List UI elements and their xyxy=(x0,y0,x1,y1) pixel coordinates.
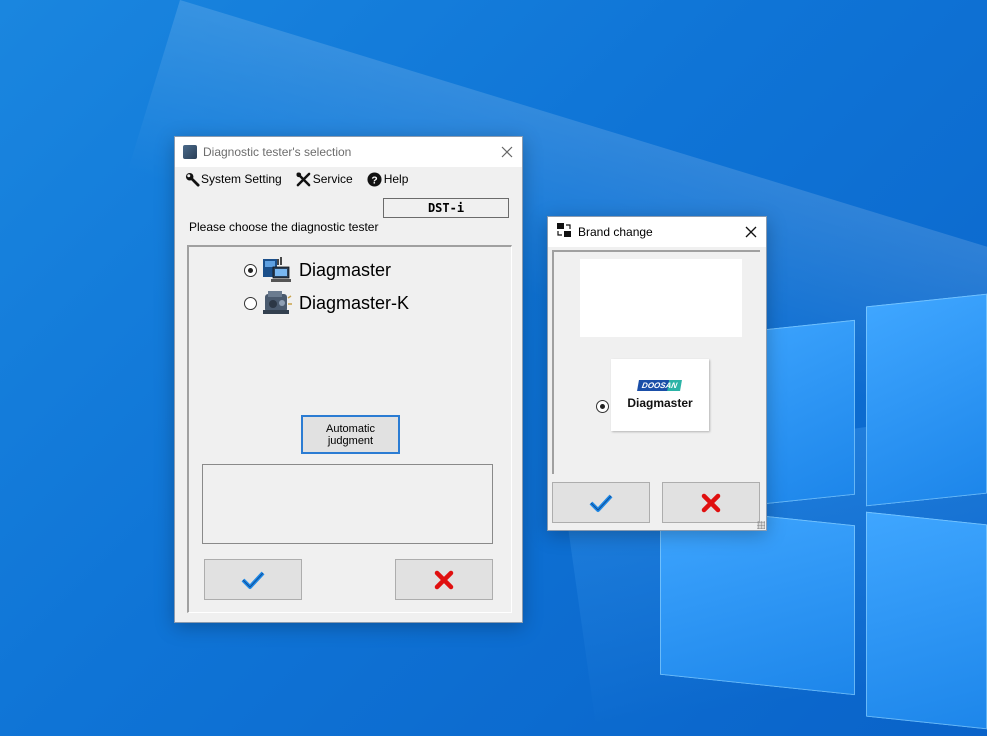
close-button[interactable] xyxy=(736,217,766,247)
option-diagmaster-k[interactable]: Diagmaster-K xyxy=(244,288,409,318)
ok-button[interactable] xyxy=(552,482,650,523)
title-bar[interactable]: Diagnostic tester's selection xyxy=(175,137,522,167)
option-diagmaster[interactable]: Diagmaster xyxy=(244,255,391,285)
doosan-logo: DOOSAN xyxy=(637,380,683,391)
close-icon xyxy=(501,146,513,158)
windows-logo-pane xyxy=(866,511,987,730)
option-label: Diagmaster xyxy=(299,259,392,280)
menu-bar: System Setting Service ? Help xyxy=(175,167,522,191)
brand-options-group: DOOSAN Diagmaster xyxy=(552,250,760,474)
windows-logo-pane xyxy=(660,504,855,696)
close-button[interactable] xyxy=(492,137,522,167)
window-title: Brand change xyxy=(578,225,653,239)
check-icon xyxy=(241,571,265,589)
cancel-button[interactable] xyxy=(662,482,760,523)
automatic-judgment-button[interactable]: Automatic judgment xyxy=(301,415,400,454)
tester-selection-window: Diagnostic tester's selection System Set… xyxy=(174,136,523,623)
title-bar[interactable]: Brand change xyxy=(548,217,766,247)
tools-icon xyxy=(296,171,312,187)
diagmaster-brand-logo[interactable]: DOOSAN Diagmaster xyxy=(611,359,709,431)
brand-preview-area xyxy=(580,259,742,337)
svg-text:?: ? xyxy=(372,175,378,186)
radio-button[interactable] xyxy=(244,296,257,310)
check-icon xyxy=(589,494,613,512)
choose-tester-prompt: Please choose the diagnostic tester xyxy=(189,220,379,234)
menu-service[interactable]: Service xyxy=(296,171,353,187)
tester-options-group: Diagmaster Diagmaster-K Automatic judgme… xyxy=(187,245,512,613)
window-title: Diagnostic tester's selection xyxy=(203,145,352,159)
app-icon xyxy=(183,145,197,159)
x-icon xyxy=(701,493,721,512)
brand-change-window: Brand change DOOSAN Diagmaster xyxy=(547,216,767,531)
close-icon xyxy=(745,226,757,238)
ok-button[interactable] xyxy=(204,559,302,600)
menu-label: Service xyxy=(312,172,353,186)
logo-product-name: Diagmaster xyxy=(627,396,693,410)
menu-label: System Setting xyxy=(201,172,282,186)
resize-grip[interactable] xyxy=(757,521,765,529)
diagmaster-icon xyxy=(261,255,293,285)
selected-tester-field: DST-i xyxy=(383,198,509,218)
radio-button[interactable] xyxy=(596,400,609,413)
help-icon: ? xyxy=(367,171,383,187)
radio-button[interactable] xyxy=(244,263,257,277)
message-area xyxy=(202,464,493,544)
x-icon xyxy=(434,570,454,589)
menu-help[interactable]: ? Help xyxy=(367,171,409,187)
menu-label: Help xyxy=(383,172,409,186)
brand-change-icon xyxy=(556,222,572,243)
menu-system-setting[interactable]: System Setting xyxy=(184,171,282,187)
auto-button-label: Automatic judgment xyxy=(326,422,375,447)
engine-icon xyxy=(261,288,293,318)
option-label: Diagmaster-K xyxy=(299,292,410,313)
wrench-icon xyxy=(184,171,200,187)
cancel-button[interactable] xyxy=(395,559,493,600)
windows-logo-pane xyxy=(866,293,987,507)
